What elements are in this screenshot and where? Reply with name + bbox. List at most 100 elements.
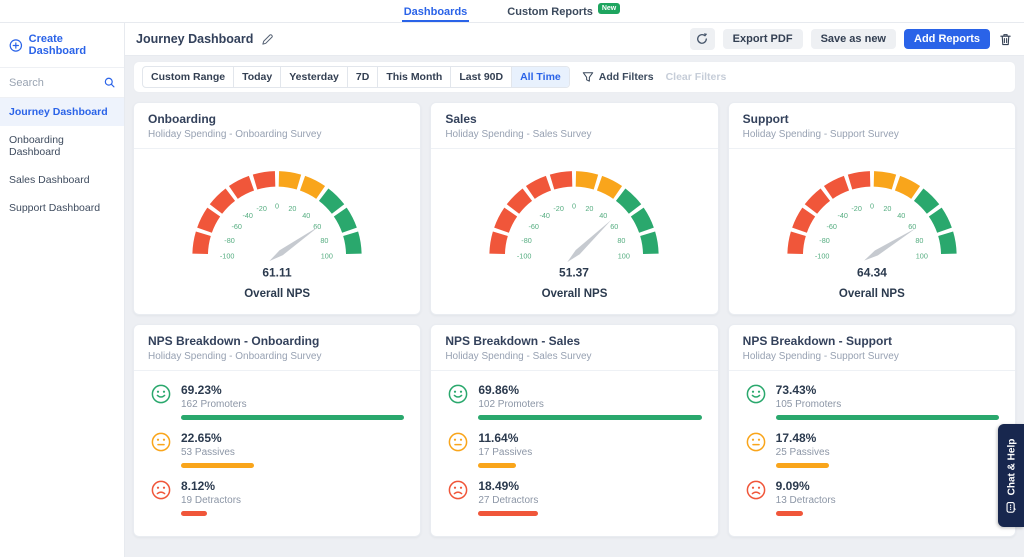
- gauge-needle: [269, 225, 320, 262]
- card-nps-breakdown-sales: NPS Breakdown - Sales Holiday Spending -…: [430, 324, 719, 537]
- tab-label: Dashboards: [403, 6, 468, 18]
- clear-filters-button[interactable]: Clear Filters: [666, 71, 727, 83]
- save-as-new-button[interactable]: Save as new: [810, 29, 896, 49]
- gauge-needle: [863, 228, 916, 261]
- delete-dashboard-button[interactable]: [998, 32, 1013, 47]
- svg-text:0: 0: [275, 202, 279, 211]
- refresh-icon: [697, 33, 708, 44]
- filter-range-today[interactable]: Today: [233, 67, 280, 87]
- search-bar: [0, 68, 124, 98]
- gauge-value: 51.37: [560, 265, 590, 279]
- svg-text:-100: -100: [220, 251, 235, 260]
- svg-text:-60: -60: [529, 222, 539, 231]
- nps-row-passives: 11.64% 17 Passives: [447, 431, 701, 468]
- sidebar-item-onboarding-dashboard[interactable]: Onboarding Dashboard: [0, 126, 124, 166]
- passives-face-icon: [151, 432, 171, 452]
- nps-count: 19 Detractors: [181, 495, 242, 506]
- sidebar-item-journey-dashboard[interactable]: Journey Dashboard: [0, 98, 124, 126]
- filter-range-all-time[interactable]: All Time: [511, 67, 569, 87]
- create-dashboard-button[interactable]: Create Dashboard: [0, 23, 124, 68]
- nps-bar-passives: [478, 463, 516, 468]
- svg-text:-60: -60: [232, 222, 242, 231]
- gauge-label: Overall NPS: [541, 288, 608, 300]
- filter-range-yesterday[interactable]: Yesterday: [280, 67, 347, 87]
- gauge-card-sales: Sales Holiday Spending - Sales Survey -1…: [430, 102, 719, 315]
- date-range-group: Custom Range Today Yesterday 7D This Month La…: [142, 66, 570, 88]
- svg-text:-80: -80: [819, 236, 829, 245]
- promoters-face-icon: [151, 384, 171, 404]
- svg-text:-100: -100: [517, 251, 532, 260]
- nps-bar-detractors: [478, 511, 538, 516]
- nps-percentage: 8.12%: [181, 479, 216, 493]
- nps-percentage: 73.43%: [775, 383, 817, 397]
- sidebar-item-support-dashboard[interactable]: Support Dashboard: [0, 194, 124, 222]
- search-input[interactable]: [9, 76, 100, 89]
- svg-text:80: 80: [915, 236, 923, 245]
- sidebar: Create Dashboard Journey DashboardOnboar…: [0, 23, 125, 557]
- detractors-face-icon: [151, 480, 171, 500]
- nps-count: 53 Passives: [181, 447, 235, 458]
- chat-bubble-icon: [1006, 501, 1016, 513]
- card-subtitle: Holiday Spending - Sales Survey: [445, 351, 592, 362]
- nps-percentage: 17.48%: [775, 431, 817, 445]
- filter-range-custom-range[interactable]: Custom Range: [143, 67, 233, 87]
- svg-text:-20: -20: [554, 204, 564, 213]
- svg-text:20: 20: [288, 204, 296, 213]
- nps-bar-passives: [181, 463, 255, 468]
- detractors-face-icon: [448, 480, 468, 500]
- filter-range-7d[interactable]: 7D: [346, 67, 377, 87]
- breakdown-body: 69.23% 162 Promoters 22.65% 53 Passives …: [134, 371, 420, 516]
- gauge-needle: [567, 219, 612, 263]
- top-nav: Dashboards Custom Reports New: [0, 0, 1024, 23]
- nps-row-promoters: 69.86% 102 Promoters: [447, 383, 702, 420]
- tab-custom-reports[interactable]: Custom Reports New: [505, 0, 622, 22]
- add-filters-label: Add Filters: [598, 71, 654, 83]
- filter-range-last-90d[interactable]: Last 90D: [450, 67, 511, 87]
- svg-text:-20: -20: [851, 204, 861, 213]
- svg-text:-60: -60: [826, 222, 836, 231]
- nps-row-promoters: 69.23% 162 Promoters: [150, 383, 405, 420]
- svg-text:20: 20: [586, 204, 594, 213]
- nps-bar-detractors: [181, 511, 208, 516]
- gauge-value: 61.11: [263, 265, 293, 279]
- gauge-label: Overall NPS: [244, 288, 311, 300]
- passives-face-icon: [746, 432, 766, 452]
- export-pdf-button[interactable]: Export PDF: [722, 29, 803, 49]
- sidebar-item-sales-dashboard[interactable]: Sales Dashboard: [0, 166, 124, 194]
- svg-text:100: 100: [618, 251, 630, 260]
- chat-help-tab[interactable]: Chat & Help: [998, 424, 1024, 527]
- refresh-button[interactable]: [689, 28, 715, 50]
- gauge-label: Overall NPS: [838, 288, 905, 300]
- promoters-face-icon: [448, 384, 468, 404]
- card-subtitle: Holiday Spending - Onboarding Survey: [148, 129, 322, 140]
- svg-text:0: 0: [870, 202, 874, 211]
- nps-bar-detractors: [775, 511, 804, 516]
- edit-pencil-icon[interactable]: [261, 33, 274, 46]
- card-title: Sales: [445, 112, 477, 126]
- add-reports-button[interactable]: Add Reports: [904, 29, 990, 49]
- search-icon[interactable]: [104, 76, 115, 89]
- breakdown-body: 69.86% 102 Promoters 11.64% 17 Passives …: [431, 371, 717, 516]
- card-header: NPS Breakdown - Onboarding Holiday Spend…: [134, 325, 421, 371]
- tab-label: Custom Reports: [507, 6, 593, 18]
- card-title: Onboarding: [148, 112, 216, 126]
- top-nav-tabs: Dashboards Custom Reports New: [401, 0, 623, 22]
- filter-range-this-month[interactable]: This Month: [377, 67, 450, 87]
- dashboard-list: Journey Dashboard Onboarding Dashboard Sal…: [0, 98, 124, 222]
- funnel-icon: [582, 72, 593, 82]
- svg-text:-40: -40: [243, 211, 253, 220]
- card-nps-breakdown-support: NPS Breakdown - Support Holiday Spending…: [727, 324, 1016, 537]
- gauge-body: -100 -80 -60 -40 -20 0 20 40 60 80 100 64.34 Overal…: [729, 149, 1015, 300]
- nps-bar-promoters: [478, 415, 702, 420]
- nps-gauge: -100 -80 -60-40 -20 0 20 4060 80 100 64.34: [787, 171, 957, 279]
- svg-text:100: 100: [321, 251, 333, 260]
- svg-text:20: 20: [883, 204, 891, 213]
- add-filters-button[interactable]: Add Filters: [582, 71, 654, 83]
- gauge-body: -100 -80 -60 -40 -20 0 20 40 60 80 100 61.11 Overal…: [134, 149, 420, 300]
- promoters-face-icon: [746, 384, 766, 404]
- tab-dashboards[interactable]: Dashboards: [401, 0, 470, 22]
- card-subtitle: Holiday Spending - Sales Survey: [445, 129, 592, 140]
- svg-text:-80: -80: [224, 236, 234, 245]
- svg-text:60: 60: [908, 222, 916, 231]
- card-header: NPS Breakdown - Sales Holiday Spending -…: [431, 325, 718, 371]
